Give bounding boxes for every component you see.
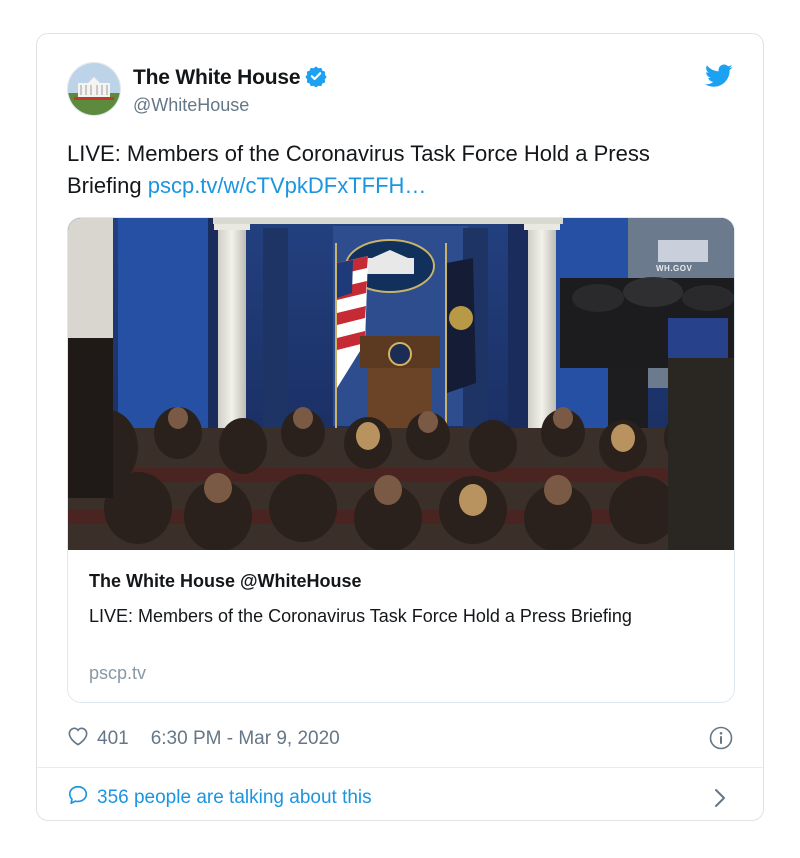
twitter-bird-icon[interactable] — [705, 64, 733, 93]
tweet-timestamp[interactable]: 6:30 PM - Mar 9, 2020 — [151, 728, 340, 750]
embedded-tweet-card: The White House @WhiteHouse LIVE: Member… — [36, 33, 764, 821]
press-briefing-image[interactable]: WH.GOV — [68, 218, 734, 552]
author-avatar[interactable] — [67, 62, 121, 116]
heart-icon[interactable] — [67, 726, 89, 752]
tweet-actions: 401 6:30 PM - Mar 9, 2020 — [67, 726, 340, 752]
tweet-link[interactable]: pscp.tv/w/cTVpkDFxTFFH… — [148, 173, 427, 198]
link-preview-card[interactable]: WH.GOV The White House @WhiteHouse LIVE:… — [67, 217, 735, 703]
tweet-text: LIVE: Members of the Coronavirus Task Fo… — [67, 138, 727, 202]
card-description: LIVE: Members of the Coronavirus Task Fo… — [89, 606, 632, 626]
card-domain: pscp.tv — [89, 663, 147, 683]
conversation-link[interactable]: 356 people are talking about this — [67, 784, 372, 812]
speech-bubble-icon — [67, 784, 89, 812]
chevron-right-icon[interactable] — [713, 788, 727, 813]
talking-count-text[interactable]: 356 people are talking about this — [97, 787, 372, 809]
like-count[interactable]: 401 — [97, 728, 129, 750]
author-name[interactable]: The White House — [133, 65, 327, 93]
info-icon[interactable] — [709, 726, 733, 755]
card-title: The White House @WhiteHouse — [89, 571, 362, 591]
author-handle[interactable]: @WhiteHouse — [133, 95, 249, 116]
author-name-text[interactable]: The White House — [133, 66, 301, 89]
verified-badge-icon — [305, 65, 327, 93]
wh-gov-watermark: WH.GOV — [656, 264, 693, 273]
divider — [37, 767, 763, 768]
